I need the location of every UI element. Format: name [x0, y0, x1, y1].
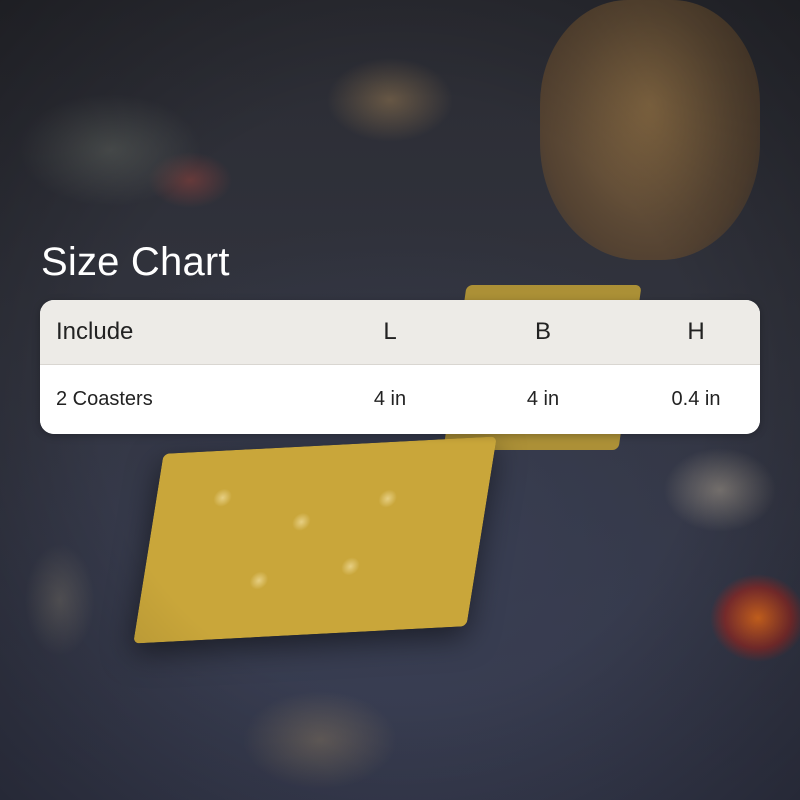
table-header-row: Include L B H [40, 300, 760, 365]
header-height: H [687, 318, 705, 345]
header-breadth: B [534, 318, 551, 345]
cell-height: 0.4 in [671, 388, 721, 410]
cell-breadth: 4 in [526, 388, 560, 410]
table-row: 2 Coasters 4 in 4 in 0.4 in [40, 365, 760, 434]
size-chart-title: Size Chart [41, 240, 230, 284]
header-length: L [383, 318, 397, 345]
header-include: Include [56, 318, 134, 345]
size-chart-table: Include L B H 2 Coasters 4 in 4 in 0.4 i… [40, 300, 760, 434]
cell-length: 4 in [373, 388, 407, 410]
cell-include: 2 Coasters [56, 388, 153, 410]
